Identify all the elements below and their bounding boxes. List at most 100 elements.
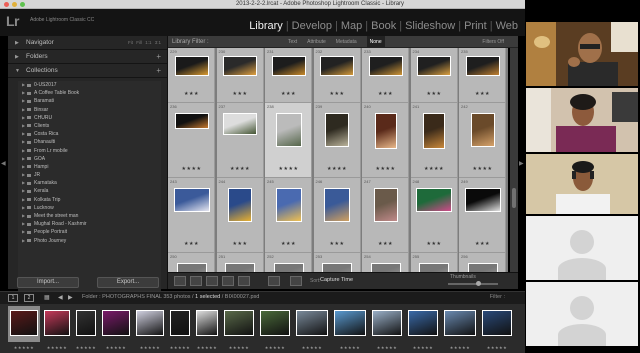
collection-item[interactable]: ▶ People Portrait: [18, 228, 161, 236]
collection-item[interactable]: ▶ Binsar: [18, 106, 161, 114]
filmstrip-source-info[interactable]: Folder : PHOTOGRAPHS FINAL 353 photos / …: [82, 294, 259, 300]
star-rating[interactable]: ★★★: [168, 91, 215, 97]
filmstrip-thumbnail[interactable]: [444, 310, 476, 336]
export-button[interactable]: Export...: [97, 276, 159, 288]
filmstrip-filter-label[interactable]: Filter :: [490, 294, 505, 300]
main-window-button[interactable]: 1: [8, 294, 18, 302]
filmstrip-thumbnail[interactable]: [408, 310, 438, 336]
photo-thumbnail[interactable]: [271, 56, 306, 76]
grid-cell[interactable]: 254: [362, 253, 409, 272]
expand-triangle-icon[interactable]: ▶: [22, 220, 25, 228]
photo-thumbnail[interactable]: [176, 263, 207, 272]
expand-triangle-icon[interactable]: ▶: [22, 204, 25, 212]
module-develop[interactable]: Develop: [289, 20, 335, 34]
filter-attribute-option[interactable]: Attribute: [307, 36, 326, 48]
star-rating[interactable]: ★★★: [217, 91, 264, 97]
module-map[interactable]: Map: [338, 20, 365, 34]
grid-cell[interactable]: 236 ★★★★: [168, 103, 215, 178]
collection-item[interactable]: ▶ GOA: [18, 155, 161, 163]
star-rating[interactable]: ★★★★: [459, 166, 506, 172]
expand-triangle-icon[interactable]: ▶: [22, 187, 25, 195]
expand-triangle-icon[interactable]: ▶: [22, 114, 25, 122]
photo-thumbnail[interactable]: [275, 113, 302, 147]
star-rating[interactable]: ★★★: [459, 91, 506, 97]
module-web[interactable]: Web: [493, 20, 521, 34]
collection-item[interactable]: ▶ Baramati: [18, 97, 161, 105]
photo-thumbnail[interactable]: [370, 263, 401, 272]
forward-arrow-icon[interactable]: ▶: [68, 294, 73, 301]
photo-thumbnail[interactable]: [470, 113, 495, 147]
grid-cell[interactable]: 246 ★★★: [313, 178, 361, 253]
filmstrip-thumbnail[interactable]: [334, 310, 366, 336]
grid-cell[interactable]: 252: [265, 253, 312, 272]
expand-triangle-icon[interactable]: ▶: [22, 122, 25, 130]
photo-thumbnail[interactable]: [423, 113, 445, 149]
filmstrip-thumbnail[interactable]: [44, 310, 70, 336]
photo-thumbnail[interactable]: [225, 263, 255, 272]
photo-thumbnail[interactable]: [320, 56, 354, 76]
collections-header[interactable]: ▼ Collections +: [8, 64, 167, 78]
grid-cell[interactable]: 237 ★★★★: [216, 103, 264, 178]
grid-cell[interactable]: 243 ★★★: [168, 178, 215, 253]
filmstrip-cell[interactable]: ★★★★★: [258, 306, 292, 350]
collection-item[interactable]: ▶ 0-US2017: [18, 81, 161, 89]
video-tile-avatar-2[interactable]: [526, 282, 638, 346]
video-tile-woman[interactable]: [526, 88, 638, 152]
thumbnail-size-slider[interactable]: [448, 283, 498, 285]
grid-cell[interactable]: 238 ★★★★: [265, 103, 312, 178]
sort-dropdown[interactable]: Capture Time: [320, 277, 353, 283]
filmstrip-cell[interactable]: ★★★★★: [442, 306, 478, 350]
video-tile-young-man[interactable]: [526, 154, 638, 214]
filter-metadata-option[interactable]: Metadata: [336, 36, 357, 48]
photo-thumbnail[interactable]: [325, 113, 349, 147]
video-tile-avatar-1[interactable]: [526, 216, 638, 280]
grid-cell[interactable]: 239 ★★★★: [313, 103, 361, 178]
star-rating[interactable]: ★★★: [362, 91, 409, 97]
navigator-zoom-options[interactable]: Fit Fill 1:1 3:1: [128, 36, 161, 50]
expand-triangle-icon[interactable]: ▶: [22, 163, 25, 171]
star-rating[interactable]: ★★★: [314, 91, 361, 97]
grid-cell[interactable]: 232 ★★★: [313, 48, 361, 103]
filmstrip-thumbnail[interactable]: [102, 310, 130, 336]
collection-item[interactable]: ▶ Clients: [18, 122, 161, 130]
photo-thumbnail[interactable]: [173, 188, 210, 212]
back-arrow-icon[interactable]: ◀: [58, 294, 63, 301]
filmstrip-cell[interactable]: ★★★★★: [194, 306, 220, 350]
grid-cell[interactable]: 247 ★★★: [362, 178, 409, 253]
navigator-header[interactable]: ▶ Navigator Fit Fill 1:1 3:1: [8, 36, 167, 50]
add-folder-icon[interactable]: +: [156, 50, 161, 64]
collection-item[interactable]: ▶ Mughal Road - Kashmir: [18, 220, 161, 228]
photo-thumbnail[interactable]: [467, 263, 498, 272]
filmstrip-cell[interactable]: ★★★★★: [222, 306, 256, 350]
grid-cell[interactable]: 234 ★★★: [410, 48, 458, 103]
filmstrip-thumbnail[interactable]: [170, 310, 190, 336]
expand-triangle-icon[interactable]: ▶: [22, 171, 25, 179]
compare-view-button[interactable]: [206, 276, 218, 286]
module-print[interactable]: Print: [461, 20, 490, 34]
grid-cell[interactable]: 245 ★★★: [265, 178, 312, 253]
collection-item[interactable]: ▶ Photo Journey: [18, 237, 161, 245]
left-panel-collapse-icon[interactable]: ◀: [1, 160, 6, 167]
photo-thumbnail[interactable]: [465, 56, 500, 76]
grid-cell[interactable]: 249 ★★★: [459, 178, 506, 253]
grid-scrollbar[interactable]: [510, 48, 518, 272]
star-rating[interactable]: ★★★: [314, 241, 361, 247]
filmstrip-cell[interactable]: ★★★★★: [100, 306, 132, 350]
photo-thumbnail[interactable]: [174, 113, 209, 129]
module-book[interactable]: Book: [368, 20, 399, 34]
collection-item[interactable]: ▶ Kerala: [18, 187, 161, 195]
star-rating[interactable]: ★★★★: [168, 166, 215, 172]
collection-item[interactable]: ▶ Lucknow: [18, 204, 161, 212]
scrollbar-thumb[interactable]: [512, 188, 516, 208]
filmstrip-thumbnail[interactable]: [10, 310, 38, 336]
video-tile-man-with-glasses[interactable]: [526, 22, 638, 86]
photo-thumbnail[interactable]: [419, 263, 449, 272]
grid-view-button[interactable]: [174, 276, 186, 286]
grid-cell[interactable]: 253: [313, 253, 361, 272]
collection-item[interactable]: ▶ A Coffee Table Book: [18, 89, 161, 97]
star-rating[interactable]: ★★★: [411, 241, 458, 247]
grid-cell[interactable]: 251: [216, 253, 264, 272]
filmstrip-cell[interactable]: ★★★★★: [8, 306, 40, 350]
filter-text-option[interactable]: Text: [288, 36, 297, 48]
filters-off-dropdown[interactable]: Filters Off: [482, 36, 504, 48]
